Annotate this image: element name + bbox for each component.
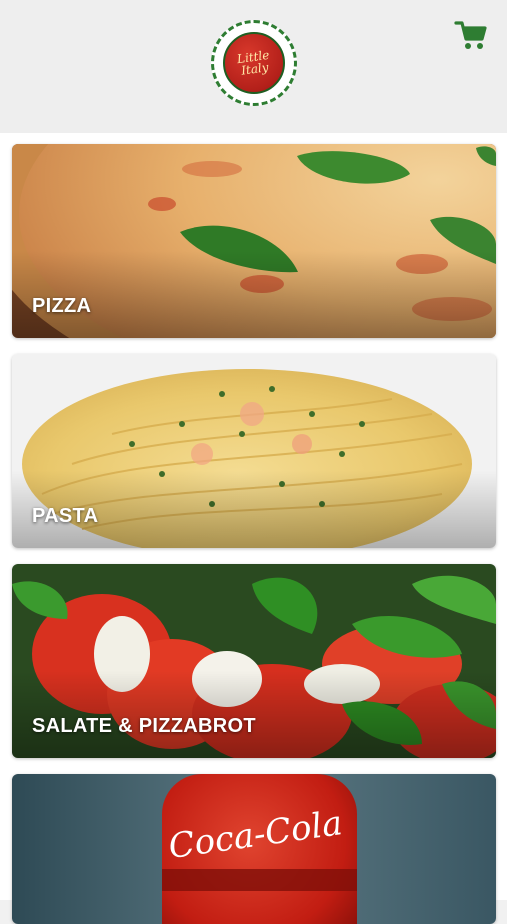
cart-button[interactable] [454,18,488,52]
category-label: PIZZA [32,295,92,317]
cart-icon [454,21,487,49]
logo-badge: Little Italy [223,32,285,94]
category-card-pasta[interactable]: PASTA [12,354,496,548]
restaurant-logo: Little Italy [211,20,297,106]
category-card-drinks[interactable]: Coca-Cola [12,774,496,924]
category-label: PASTA [32,505,99,527]
category-card-pizza[interactable]: PIZZA [12,144,496,338]
category-list: PIZZA PASTA SALATE & PIZZABROT Coca-Cola [0,133,507,924]
category-card-salate[interactable]: SALATE & PIZZABROT [12,564,496,758]
app-header: Little Italy [0,0,507,133]
logo-text: Little Italy [236,47,271,78]
coca-cola-logo: Coca-Cola [12,774,496,900]
category-label: SALATE & PIZZABROT [32,715,256,737]
coca-cola-logo-text: Coca-Cola [166,803,345,867]
